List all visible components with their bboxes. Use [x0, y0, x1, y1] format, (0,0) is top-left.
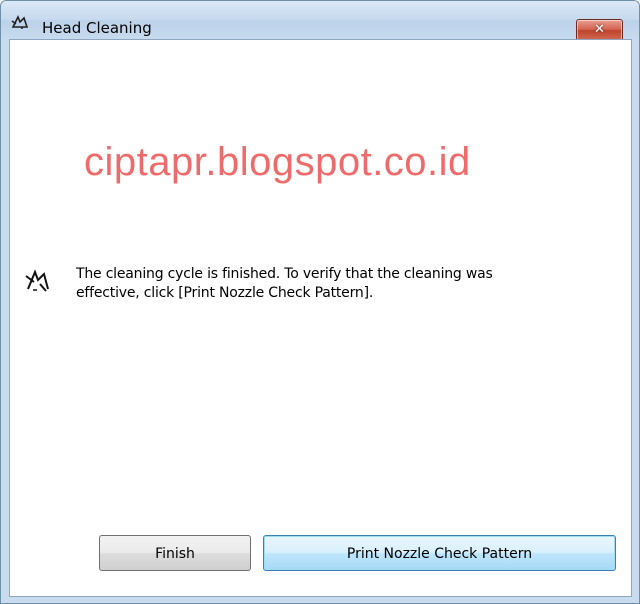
- status-message: The cleaning cycle is finished. To verif…: [76, 266, 493, 301]
- watermark-text: ciptapr.blogspot.co.id: [84, 140, 471, 184]
- close-button[interactable]: ✕: [576, 19, 623, 41]
- dialog-content: ciptapr.blogspot.co.id The cleaning cycl…: [9, 39, 632, 597]
- close-icon: ✕: [594, 22, 605, 37]
- window-title: Head Cleaning: [42, 19, 152, 37]
- printer-cleaning-icon: [25, 269, 49, 292]
- finish-button[interactable]: Finish: [99, 535, 251, 571]
- title-bar[interactable]: Head Cleaning ✕: [1, 1, 639, 41]
- head-cleaning-dialog: Head Cleaning ✕ ciptapr.blogspot.co.id T…: [0, 0, 640, 604]
- printer-cleaning-icon: [11, 15, 29, 29]
- print-nozzle-check-pattern-button[interactable]: Print Nozzle Check Pattern: [263, 535, 616, 571]
